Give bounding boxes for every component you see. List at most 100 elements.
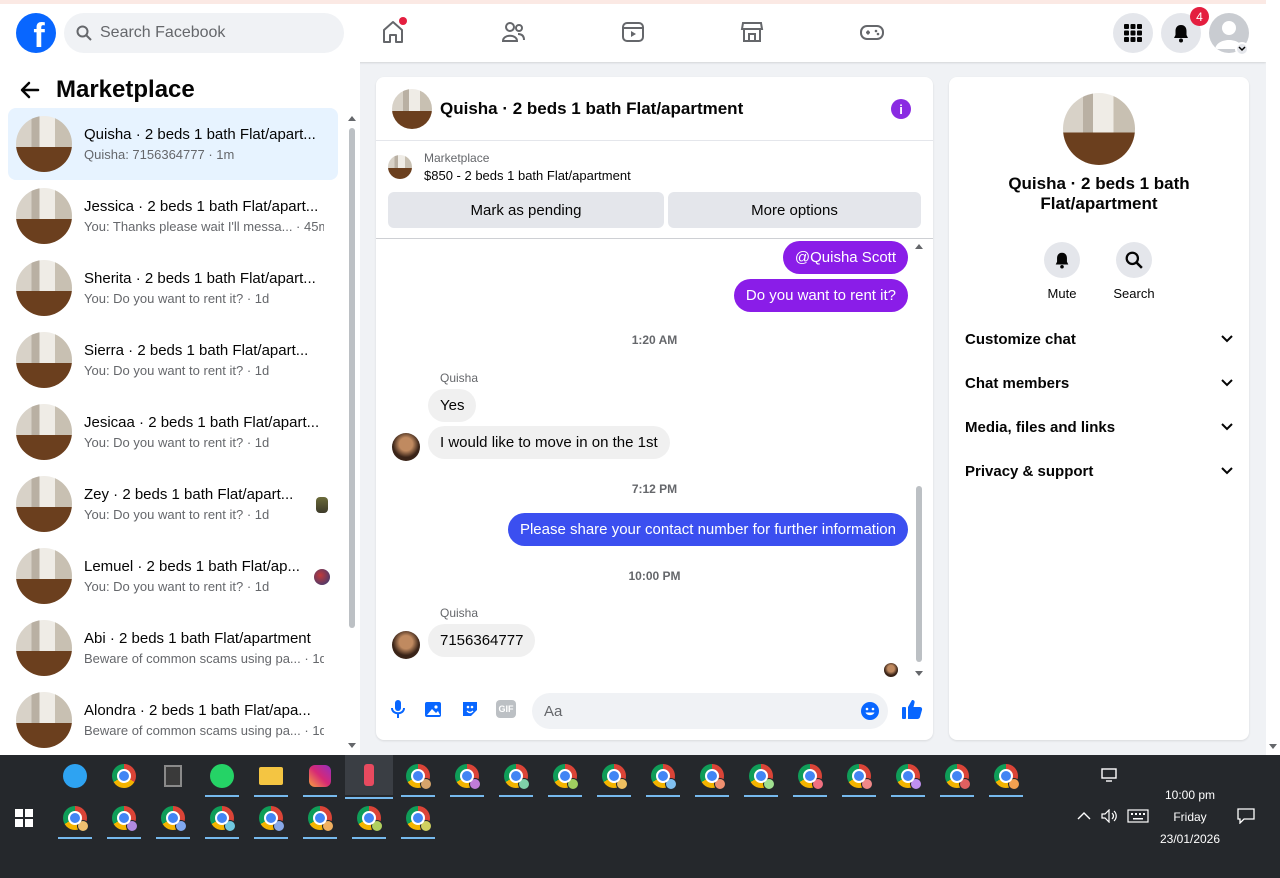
chrome-profile-icon[interactable]	[744, 759, 778, 797]
chevron-down-icon	[1221, 335, 1233, 343]
chrome-profile-icon[interactable]	[842, 759, 876, 797]
privacy-support-section[interactable]: Privacy & support	[965, 453, 1233, 489]
home-icon[interactable]	[379, 17, 407, 46]
speaker-icon[interactable]	[1098, 799, 1122, 833]
media-files-links-section[interactable]: Media, files and links	[965, 409, 1233, 445]
scroll-up-arrow-icon[interactable]	[914, 242, 924, 250]
bell-icon	[1174, 25, 1188, 43]
chat-listing-thumbnail[interactable]	[392, 88, 432, 129]
snipping-tool-icon[interactable]	[345, 755, 393, 799]
back-arrow-icon[interactable]	[20, 80, 40, 100]
conversation-item[interactable]: Abi · 2 beds 1 bath Flat/apartment Beware…	[8, 612, 338, 684]
chat-members-section[interactable]: Chat members	[965, 365, 1233, 401]
conversation-item[interactable]: Jessica · 2 beds 1 bath Flat/apart... You…	[8, 180, 338, 252]
listing-thumbnail	[16, 260, 72, 316]
chrome-profile-icon[interactable]	[352, 801, 386, 839]
microphone-icon[interactable]	[388, 699, 408, 719]
chrome-profile-icon[interactable]	[891, 759, 925, 797]
keyboard-icon[interactable]	[1124, 799, 1152, 833]
conversation-item[interactable]: Jesicaa · 2 beds 1 bath Flat/apart... You…	[8, 396, 338, 468]
thumbs-up-icon[interactable]	[900, 697, 924, 721]
video-icon[interactable]	[619, 18, 647, 46]
more-options-button[interactable]: More options	[668, 192, 921, 228]
listing-card[interactable]: Marketplace $850 - 2 beds 1 bath Flat/ap…	[388, 151, 631, 183]
scroll-down-arrow-icon[interactable]	[1268, 743, 1278, 751]
chrome-profile-icon[interactable]	[450, 759, 484, 797]
gif-icon[interactable]: GIF	[496, 700, 516, 718]
conversation-item[interactable]: Lemuel · 2 beds 1 bath Flat/ap... You: Do…	[8, 540, 338, 612]
mute-label: Mute	[1047, 286, 1077, 301]
scroll-up-arrow-icon[interactable]	[347, 114, 357, 122]
app-icon-blue-heart[interactable]	[58, 759, 92, 793]
section-label: Privacy & support	[965, 462, 1094, 480]
chrome-profile-icon[interactable]	[940, 759, 974, 797]
clock-date[interactable]: 23/01/2026	[1150, 832, 1230, 846]
file-explorer-icon[interactable]	[254, 759, 288, 797]
chrome-profile-icon[interactable]	[156, 801, 190, 839]
sticker-icon[interactable]	[460, 699, 480, 719]
listing-thumbnail	[16, 188, 72, 244]
instagram-icon[interactable]	[303, 759, 337, 797]
clock-day[interactable]: Friday	[1150, 810, 1230, 824]
notification-center-icon[interactable]	[1230, 799, 1262, 833]
sender-avatar[interactable]	[392, 631, 420, 659]
chrome-profile-icon[interactable]	[58, 801, 92, 839]
chrome-profile-icon[interactable]	[401, 801, 435, 839]
menu-button[interactable]	[1113, 13, 1153, 53]
windows-start-icon[interactable]	[7, 801, 41, 835]
inbox-scrollbar[interactable]	[347, 114, 357, 750]
chevron-up-icon[interactable]	[1072, 799, 1096, 833]
calculator-icon[interactable]	[156, 759, 190, 793]
gaming-icon[interactable]	[858, 18, 886, 46]
chat-scrollbar[interactable]	[914, 242, 924, 678]
conversation-item[interactable]: Sherita · 2 beds 1 bath Flat/apart... You…	[8, 252, 338, 324]
page-scrollbar[interactable]	[1266, 0, 1280, 755]
notifications-button[interactable]: 4	[1161, 7, 1209, 53]
conversation-item[interactable]: Quisha · 2 beds 1 bath Flat/apart... Quis…	[8, 108, 338, 180]
emoji-icon[interactable]	[860, 701, 880, 721]
customize-chat-section[interactable]: Customize chat	[965, 321, 1233, 357]
conversation-item[interactable]: Alondra · 2 beds 1 bath Flat/apa... Bewar…	[8, 684, 338, 756]
chrome-profile-icon[interactable]	[254, 801, 288, 839]
search-box[interactable]	[64, 13, 344, 53]
chrome-profile-icon[interactable]	[989, 759, 1023, 797]
chrome-profile-icon[interactable]	[793, 759, 827, 797]
search-input[interactable]	[100, 24, 320, 42]
message-input[interactable]	[544, 702, 844, 720]
scrollbar-thumb[interactable]	[916, 486, 922, 662]
whatsapp-icon[interactable]	[205, 759, 239, 797]
mark-as-pending-button[interactable]: Mark as pending	[388, 192, 664, 228]
conversation-item[interactable]: Zey · 2 beds 1 bath Flat/apart... You: Do…	[8, 468, 338, 540]
chrome-profile-icon[interactable]	[303, 801, 337, 839]
app-icon-chrome-beta[interactable]	[107, 759, 141, 793]
sender-name: Quisha	[440, 371, 479, 385]
conversation-preview: Beware of common scams using pa... · 1d	[84, 723, 324, 738]
photo-icon[interactable]	[424, 699, 444, 719]
mute-button[interactable]: Mute	[1026, 242, 1098, 301]
scrollbar-thumb[interactable]	[349, 128, 355, 628]
chrome-profile-icon[interactable]	[548, 759, 582, 797]
sender-avatar[interactable]	[392, 433, 420, 461]
marketplace-icon[interactable]	[738, 18, 766, 46]
friends-icon[interactable]	[499, 18, 527, 46]
conversation-item[interactable]: Sierra · 2 beds 1 bath Flat/apart... You:…	[8, 324, 338, 396]
scroll-down-arrow-icon[interactable]	[347, 742, 357, 750]
message-input-box[interactable]	[532, 693, 888, 729]
listing-avatar[interactable]	[1063, 93, 1135, 165]
info-icon[interactable]: i	[891, 99, 911, 119]
scroll-down-arrow-icon[interactable]	[914, 670, 924, 678]
chrome-profile-icon[interactable]	[107, 801, 141, 839]
conversation-preview: You: Thanks please wait I'll messa... · …	[84, 219, 324, 234]
search-in-chat-button[interactable]: Search	[1098, 242, 1170, 301]
chrome-profile-icon[interactable]	[646, 759, 680, 797]
chrome-profile-icon[interactable]	[401, 759, 435, 797]
chrome-profile-icon[interactable]	[499, 759, 533, 797]
facebook-logo[interactable]: f	[16, 13, 56, 53]
chrome-profile-icon[interactable]	[695, 759, 729, 797]
chat-title[interactable]: Quisha · 2 beds 1 bath Flat/apartment	[440, 99, 743, 119]
clock-time[interactable]: 10:00 pm	[1150, 788, 1230, 802]
chrome-profile-icon[interactable]	[597, 759, 631, 797]
network-icon[interactable]	[1093, 759, 1127, 793]
chrome-profile-icon[interactable]	[205, 801, 239, 839]
chevron-down-icon[interactable]	[1235, 42, 1249, 56]
